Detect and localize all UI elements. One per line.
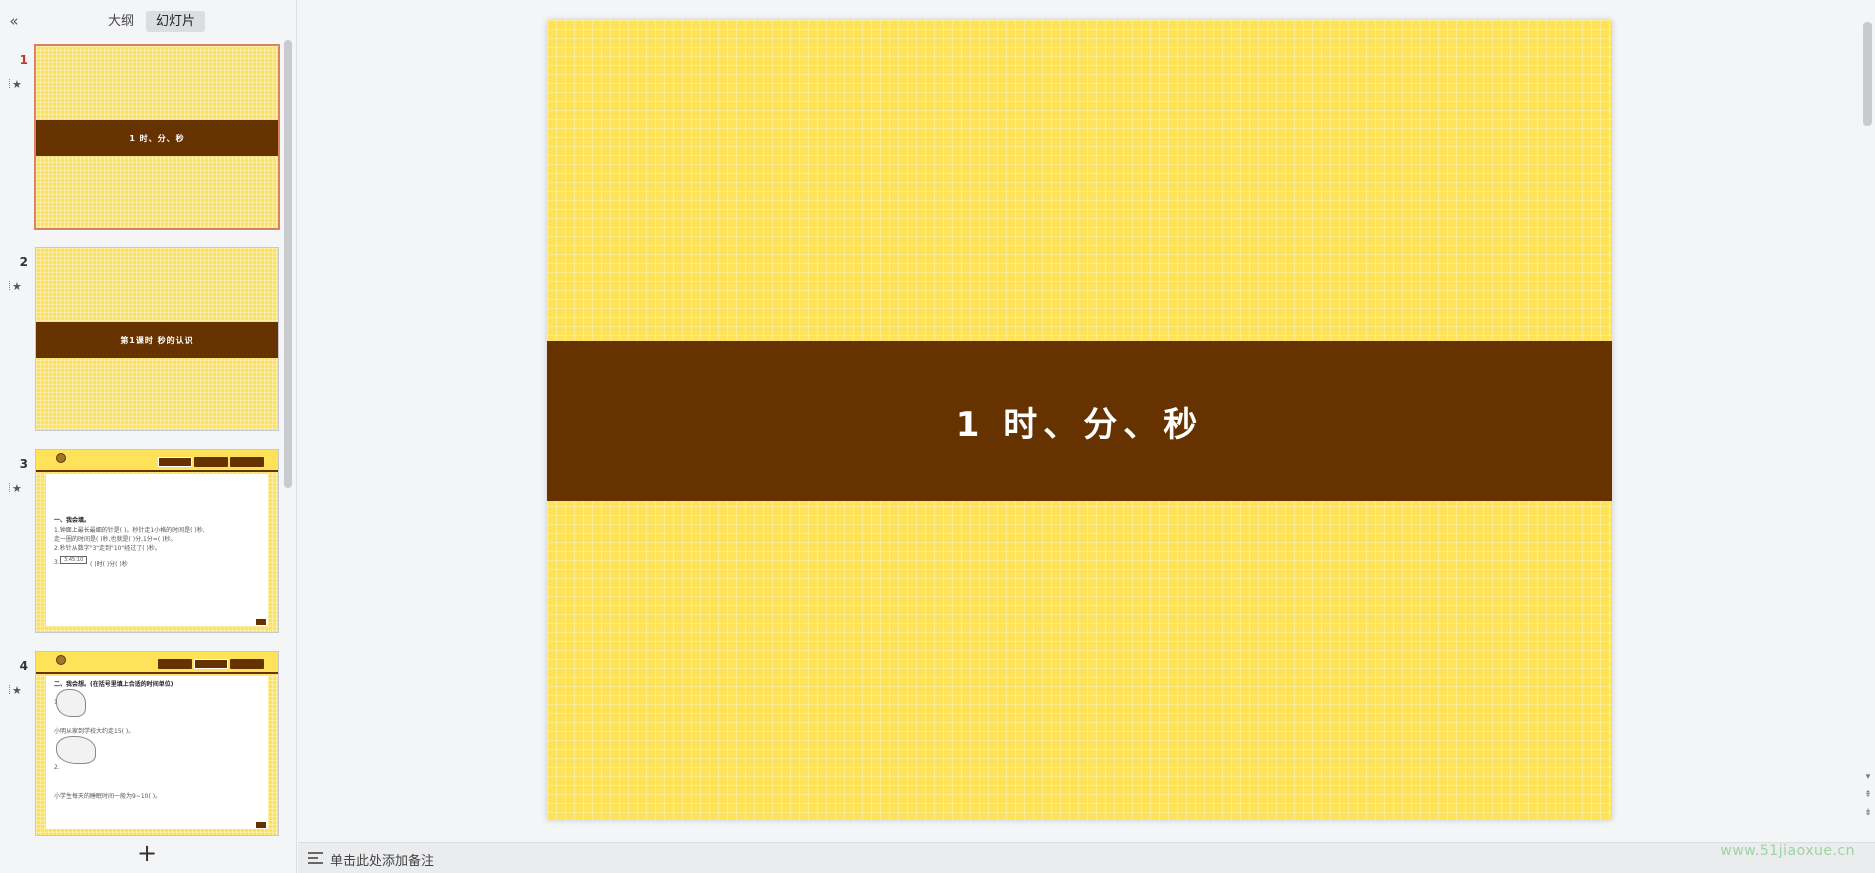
slide-number: 2 (19, 255, 28, 269)
thumbnail-line: 小学生每天的睡眠时间一般为9~10( )。 (54, 793, 162, 800)
thumbnail-line: 一、我会填。 (54, 517, 91, 524)
clock-display: 3:45:10 (60, 556, 88, 564)
slide-canvas[interactable]: 1 时、分、秒 (547, 20, 1612, 820)
nav-button (230, 659, 264, 669)
slide-thumbnail-panel: « 大纲 幻灯片 1 ★ 1 时、分、秒 2 ★ 第1课时 秒的认识 3 ★ 一… (0, 0, 297, 873)
thumbnail-line: 2.秒针从数字"3"走到"10"经过了( )秒。 (54, 545, 161, 552)
animation-star-icon: ★ (9, 280, 22, 293)
thumbnail-header (36, 652, 278, 674)
nav-button (230, 457, 264, 467)
thumbnail-scrollbar[interactable] (284, 40, 292, 488)
slide-number: 1 (19, 53, 28, 67)
vertical-scrollbar[interactable]: ▾ ⇞ ⇟ (1860, 0, 1875, 842)
title-band: 1 时、分、秒 (547, 341, 1612, 501)
thumbnail-line: 3. (54, 559, 60, 566)
nav-button (158, 659, 192, 669)
add-slide-icon[interactable]: + (136, 841, 158, 865)
watermark: www.51jiaoxue.cn (1720, 843, 1855, 859)
thumbnail-title: 第1课时 秒的认识 (120, 335, 194, 345)
thumbnail-line: 小明从家到学校大约走15( )。 (54, 728, 135, 735)
nav-button (194, 659, 228, 669)
animation-star-icon: ★ (9, 78, 22, 91)
thumbnail-header (36, 450, 278, 472)
notes-placeholder[interactable]: 单击此处添加备注 (330, 850, 434, 869)
notes-bar[interactable]: 单击此处添加备注 (298, 842, 1875, 873)
collapse-panel-icon[interactable]: « (5, 12, 23, 30)
slide-number: 4 (19, 659, 28, 673)
scroll-down-icon[interactable]: ▾ (1862, 772, 1874, 782)
animation-star-icon: ★ (9, 684, 22, 697)
view-tabs: 大纲 幻灯片 (98, 11, 206, 32)
scrollbar-thumb[interactable] (1863, 22, 1872, 126)
tab-slides[interactable]: 幻灯片 (146, 11, 206, 32)
nav-button (158, 457, 192, 467)
page-number-badge (256, 822, 266, 828)
nav-button (194, 457, 228, 467)
previous-slide-icon[interactable]: ⇞ (1862, 790, 1874, 800)
title-band: 第1课时 秒的认识 (36, 322, 278, 358)
tab-outline[interactable]: 大纲 (98, 11, 144, 32)
child-sleeping-image (56, 736, 96, 764)
page-number-badge (256, 619, 266, 625)
next-slide-icon[interactable]: ⇟ (1862, 808, 1874, 818)
thumbnail-page: 二、我会想。(在括号里填上合适的时间单位) 1. 小明从家到学校大约走15( )… (46, 676, 268, 829)
slide-number: 3 (19, 457, 28, 471)
thumbnail-line: 2. (54, 764, 60, 771)
thumbnail-page: 一、我会填。 1.钟面上最长最细的针是( )。秒针走1小格的时间是( )秒, 走… (46, 474, 268, 626)
logo-icon (56, 453, 66, 463)
thumbnail-title: 1 时、分、秒 (129, 133, 185, 143)
animation-star-icon: ★ (9, 482, 22, 495)
slide-thumbnail-1[interactable]: 1 时、分、秒 (34, 44, 280, 230)
thumbnail-line: ( )时( )分( )秒 (90, 561, 128, 568)
notes-icon (308, 852, 323, 864)
slide-thumbnail-2[interactable]: 第1课时 秒的认识 (35, 247, 279, 431)
slide-thumbnail-3[interactable]: 一、我会填。 1.钟面上最长最细的针是( )。秒针走1小格的时间是( )秒, 走… (35, 449, 279, 633)
child-walking-image (56, 689, 86, 717)
title-band: 1 时、分、秒 (36, 120, 278, 156)
logo-icon (56, 655, 66, 665)
slide-title[interactable]: 1 时、分、秒 (956, 397, 1204, 446)
thumbnail-line: 二、我会想。(在括号里填上合适的时间单位) (54, 681, 174, 688)
slide-thumbnail-4[interactable]: 二、我会想。(在括号里填上合适的时间单位) 1. 小明从家到学校大约走15( )… (35, 651, 279, 836)
thumbnail-line: 走一圈的时间是( )秒,也就是( )分,1分=( )秒。 (54, 536, 177, 543)
thumbnail-line: 1.钟面上最长最细的针是( )。秒针走1小格的时间是( )秒, (54, 527, 205, 534)
